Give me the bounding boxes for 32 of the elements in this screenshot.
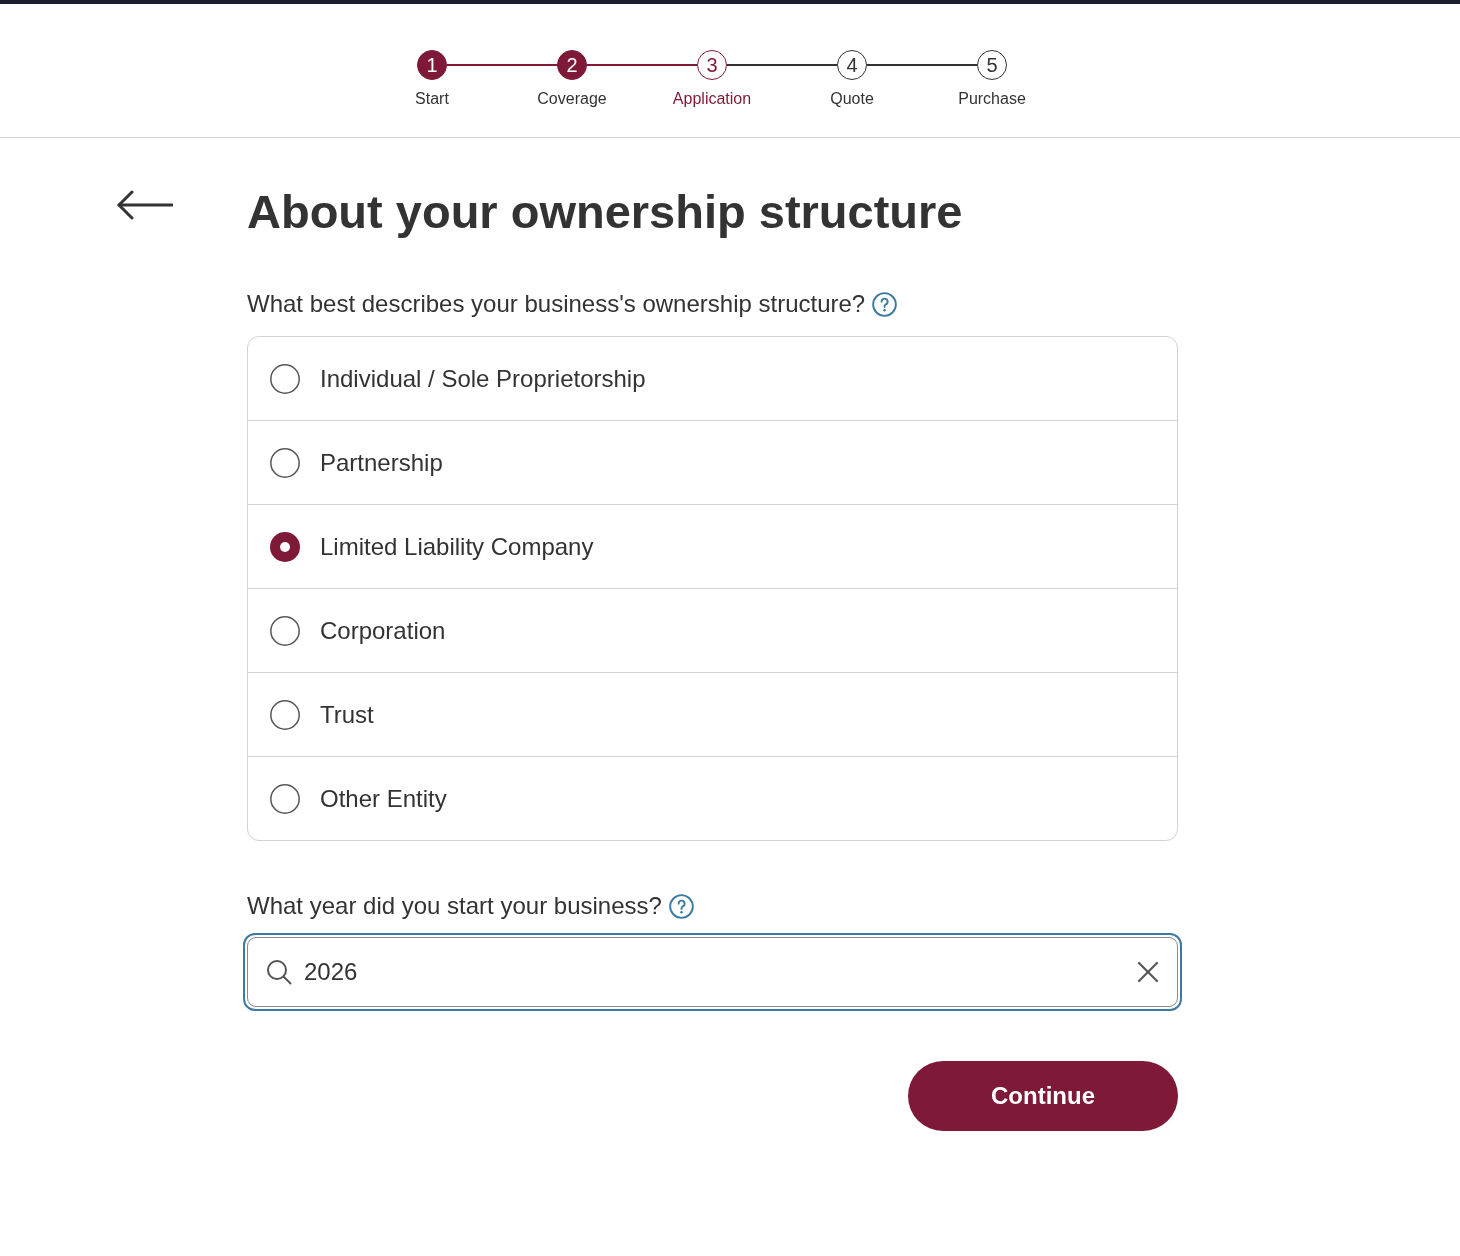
radio-button[interactable]: [270, 531, 300, 562]
radio-button[interactable]: [270, 615, 300, 646]
step-number: 2: [557, 50, 587, 80]
step-number: 1: [417, 50, 447, 80]
clear-icon[interactable]: [1137, 961, 1159, 983]
step-label: Start: [415, 89, 449, 109]
step-number: 3: [697, 50, 727, 80]
radio-button[interactable]: [270, 699, 300, 730]
help-icon[interactable]: [668, 893, 694, 919]
step-label: Coverage: [537, 89, 607, 109]
radio-option[interactable]: Trust: [248, 672, 1177, 756]
step-number: 5: [977, 50, 1007, 80]
radio-button[interactable]: [270, 363, 300, 394]
radio-option[interactable]: Other Entity: [248, 756, 1177, 840]
radio-button[interactable]: [270, 783, 300, 814]
help-icon[interactable]: [872, 291, 898, 317]
question-label: What best describes your business's ownership structure?: [247, 289, 866, 319]
radio-option[interactable]: Corporation: [248, 588, 1177, 672]
page-title: About your ownership structure: [247, 184, 964, 240]
step-number: 4: [837, 50, 867, 80]
step-label: Application: [672, 89, 752, 109]
radio-option[interactable]: Limited Liability Company: [248, 504, 1177, 588]
question-label: What year did you start your business?: [247, 891, 662, 921]
radio-button[interactable]: [270, 447, 300, 478]
continue-button[interactable]: Continue: [908, 1061, 1178, 1131]
radio-option[interactable]: Partnership: [248, 420, 1177, 504]
step-label: Purchase: [958, 89, 1026, 109]
radio-option[interactable]: Individual / Sole Proprietorship: [248, 337, 1177, 420]
back-arrow-icon[interactable]: [117, 190, 173, 220]
year-search-field[interactable]: 2026: [243, 933, 1182, 1011]
step-label: Quote: [830, 89, 874, 109]
search-icon: [266, 959, 292, 985]
